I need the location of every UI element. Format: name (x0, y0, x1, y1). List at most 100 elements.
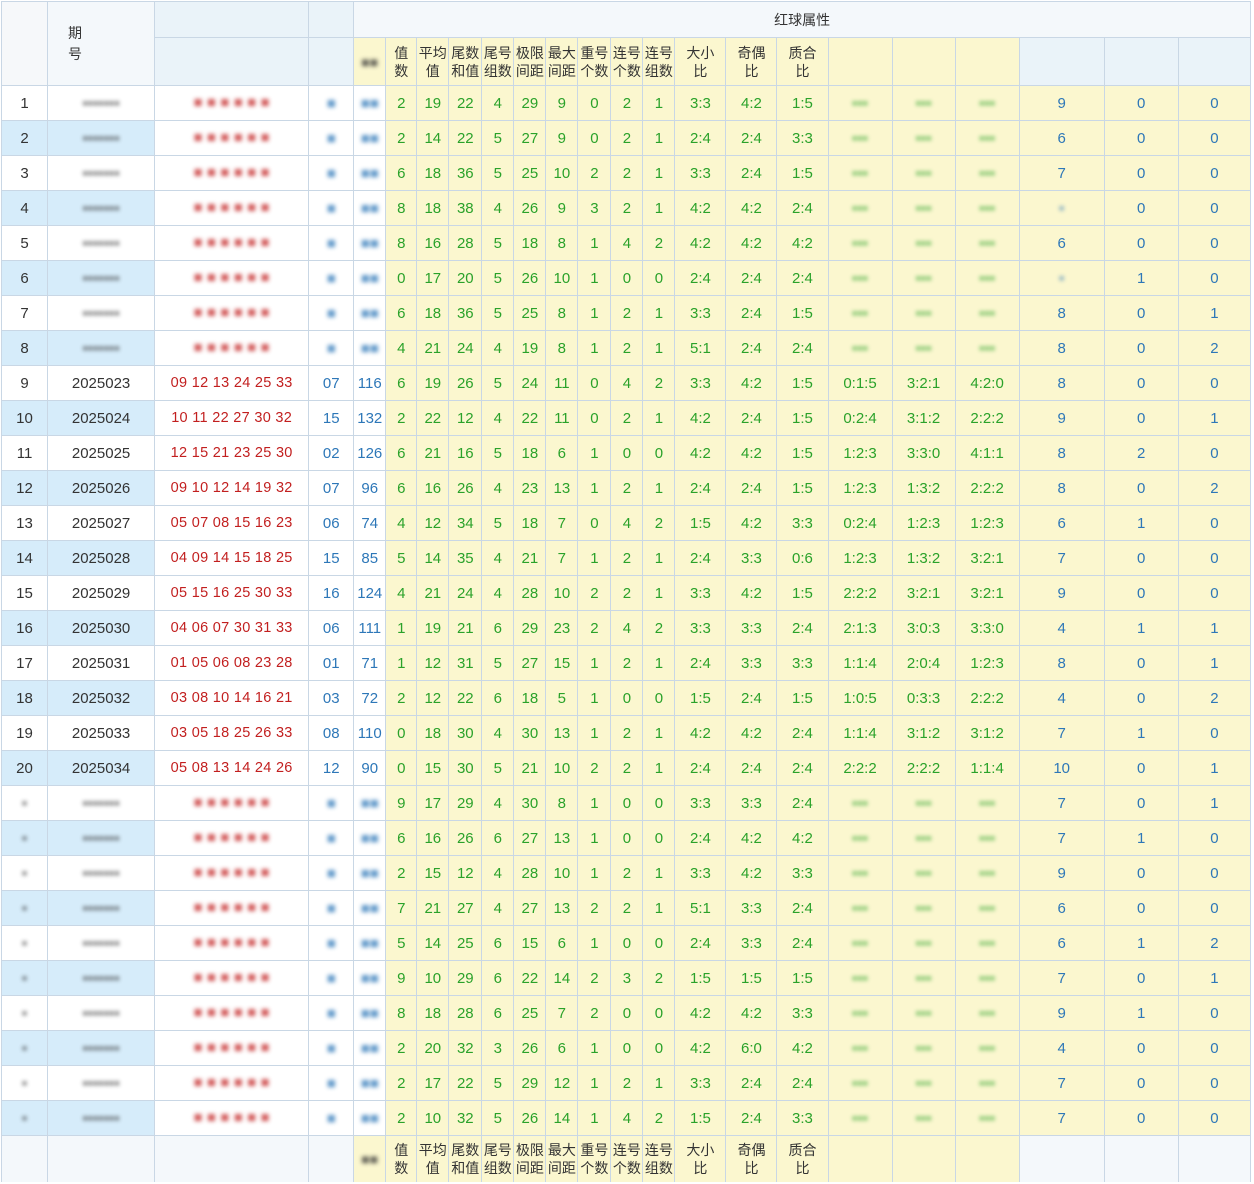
footer-count-2 (1177, 1135, 1252, 1182)
attr-header-1[interactable]: 平均 值 (416, 37, 450, 86)
ratio3-header-0[interactable] (827, 37, 893, 86)
table-row[interactable]: 9 2025023 09 12 13 24 25 33 07 116 6 19 26 5 24 11… (1, 365, 1252, 401)
table-row[interactable]: 2 ▪▪▪▪▪▪▪ ■ ■ ■ ■ ■ ■ ■ ■■ 2 14 22 5 27 9 0 2 1 2:4 2:4… (1, 120, 1252, 156)
table-row[interactable]: 14 2025028 04 09 14 15 18 25 15 85 5 14 35 4 21 7 1… (1, 540, 1252, 576)
row-index: 13 (1, 505, 49, 541)
red-balls-blurred: ■ ■ ■ ■ ■ ■ (193, 830, 270, 846)
attr-header-0[interactable]: 值 数 (385, 37, 418, 86)
ratio3-value: ▪▪▪ (827, 1065, 893, 1101)
footer-period (47, 1135, 156, 1182)
table-row[interactable]: ▪ ▪▪▪▪▪▪▪ ■ ■ ■ ■ ■ ■ ■ ■■ 6 16 26 6 27 13 1 0 0 2:4 4:… (1, 820, 1252, 856)
blue-ball: ■ (308, 925, 355, 961)
table-row[interactable]: 18 2025032 03 08 10 14 16 21 03 72 2 12 22 6 18 5 1… (1, 680, 1252, 716)
table-row[interactable]: ▪ ▪▪▪▪▪▪▪ ■ ■ ■ ■ ■ ■ ■ ■■ 7 21 27 4 27 13 2 2 1 5:1 3:… (1, 890, 1252, 926)
row-index: 16 (1, 610, 49, 646)
attr-value: 9 (545, 190, 579, 226)
attr-header-5[interactable]: 最大 间距 (545, 37, 579, 86)
issue-number: ▪▪▪▪▪▪▪ (47, 855, 156, 891)
red-balls: 05 08 13 14 24 26 (154, 750, 310, 786)
ratio3-header-2[interactable] (954, 37, 1020, 86)
count-value-blurred: ▪ (1059, 199, 1065, 217)
table-row[interactable]: 16 2025030 04 06 07 30 31 33 06 111 1 19 21 6 29 2… (1, 610, 1252, 646)
ratio3-value-blurred: ▪▪▪ (852, 304, 868, 322)
attr-header-11[interactable]: 质合 比 (776, 37, 829, 86)
table-row[interactable]: 3 ▪▪▪▪▪▪▪ ■ ■ ■ ■ ■ ■ ■ ■■ 6 18 36 5 25 10 2 2 1 3:3 2:… (1, 155, 1252, 191)
red-sum: ■■ (353, 995, 387, 1031)
ratio3-header-1[interactable] (891, 37, 956, 86)
red-balls: ■ ■ ■ ■ ■ ■ (154, 925, 310, 961)
attr-value: 1 (577, 645, 612, 681)
attr-value: 6 (545, 925, 579, 961)
table-row[interactable]: ▪ ▪▪▪▪▪▪▪ ■ ■ ■ ■ ■ ■ ■ ■■ 2 17 22 5 29 12 1 2 1 3:3 2:… (1, 1065, 1252, 1101)
table-row[interactable]: 10 2025024 10 11 22 27 30 32 15 132 2 22 12 4 22 1… (1, 400, 1252, 436)
attr-value: 18 (513, 505, 547, 541)
issue-number: 2025027 (47, 505, 156, 541)
table-row[interactable]: 1 ▪▪▪▪▪▪▪ ■ ■ ■ ■ ■ ■ ■ ■■ 2 19 22 4 29 9 0 2 1 3:3 4:2… (1, 85, 1252, 121)
attr-value: 1 (577, 785, 612, 821)
attr-header-6[interactable]: 重号 个数 (577, 37, 612, 86)
attr-value: 4:2 (725, 855, 778, 891)
table-row[interactable]: 4 ▪▪▪▪▪▪▪ ■ ■ ■ ■ ■ ■ ■ ■■ 8 18 38 4 26 9 3 2 1 4:2 4:2… (1, 190, 1252, 226)
table-row[interactable]: ▪ ▪▪▪▪▪▪▪ ■ ■ ■ ■ ■ ■ ■ ■■ 2 20 32 3 26 6 1 0 0 4:2 6:0… (1, 1030, 1252, 1066)
count-value: 9 (1018, 400, 1105, 436)
table-row[interactable]: 20 2025034 05 08 13 14 24 26 12 90 0 15 30 5 21 10… (1, 750, 1252, 786)
table-row[interactable]: 8 ▪▪▪▪▪▪▪ ■ ■ ■ ■ ■ ■ ■ ■■ 4 21 24 4 19 8 1 2 1 5:1 2:4… (1, 330, 1252, 366)
ratio3-value: ▪▪▪ (954, 925, 1020, 961)
ratio3-value-blurred: ▪▪▪ (979, 934, 996, 952)
table-row[interactable]: 19 2025033 03 05 18 25 26 33 08 110 0 18 30 4 30 1… (1, 715, 1252, 751)
table-row[interactable]: 15 2025029 05 15 16 25 30 33 16 124 4 21 24 4 28 1… (1, 575, 1252, 611)
attr-value: 1:5 (776, 470, 829, 506)
table-row[interactable]: ▪ ▪▪▪▪▪▪▪ ■ ■ ■ ■ ■ ■ ■ ■■ 9 10 29 6 22 14 2 3 2 1:5 1:… (1, 960, 1252, 996)
count-header-0[interactable] (1018, 37, 1105, 86)
attr-value: 16 (448, 435, 483, 471)
count-value: 0 (1103, 890, 1179, 926)
attr-header-9[interactable]: 大小 比 (674, 37, 727, 86)
table-row[interactable]: ▪ ▪▪▪▪▪▪▪ ■ ■ ■ ■ ■ ■ ■ ■■ 8 18 28 6 25 7 2 0 0 4:2 4:2… (1, 995, 1252, 1031)
count-header-1[interactable] (1103, 37, 1179, 86)
table-row[interactable]: ▪ ▪▪▪▪▪▪▪ ■ ■ ■ ■ ■ ■ ■ ■■ 5 14 25 6 15 6 1 0 0 2:4 3:3… (1, 925, 1252, 961)
attr-value: 3:3 (776, 855, 829, 891)
table-row[interactable]: 13 2025027 05 07 08 15 16 23 06 74 4 12 34 5 18 7 0… (1, 505, 1252, 541)
attr-value: 9 (385, 785, 418, 821)
attr-value: 1 (642, 1065, 676, 1101)
issue-number-blurred: ▪▪▪▪▪▪▪ (82, 304, 120, 322)
ratio3-value: ▪▪▪ (954, 120, 1020, 156)
attr-value: 23 (545, 610, 579, 646)
table-row[interactable]: ▪ ▪▪▪▪▪▪▪ ■ ■ ■ ■ ■ ■ ■ ■■ 9 17 29 4 30 8 1 0 0 3:3 3:3… (1, 785, 1252, 821)
attr-value: 22 (416, 400, 450, 436)
ratio3-value: ▪▪▪ (891, 855, 956, 891)
attr-value: 1 (577, 540, 612, 576)
attr-value: 14 (545, 960, 579, 996)
ratio3-value: ▪▪▪ (827, 190, 893, 226)
table-row[interactable]: 7 ▪▪▪▪▪▪▪ ■ ■ ■ ■ ■ ■ ■ ■■ 6 18 36 5 25 8 1 2 1 3:3 2:4… (1, 295, 1252, 331)
table-row[interactable]: 5 ▪▪▪▪▪▪▪ ■ ■ ■ ■ ■ ■ ■ ■■ 8 16 28 5 18 8 1 4 2 4:2 4:2… (1, 225, 1252, 261)
count-value: 0 (1103, 645, 1179, 681)
table-row[interactable]: 12 2025026 09 10 12 14 19 32 07 96 6 16 26 4 23 13… (1, 470, 1252, 506)
table-row[interactable]: 11 2025025 12 15 21 23 25 30 02 126 6 21 16 5 18 6… (1, 435, 1252, 471)
table-row[interactable]: ▪ ▪▪▪▪▪▪▪ ■ ■ ■ ■ ■ ■ ■ ■■ 2 10 32 5 26 14 1 4 2 1:5 2:… (1, 1100, 1252, 1136)
ratio3-value: ▪▪▪ (954, 155, 1020, 191)
attr-header-2[interactable]: 尾数 和值 (448, 37, 483, 86)
count-value: 0 (1103, 575, 1179, 611)
ratio3-value-blurred: ▪▪▪ (915, 129, 932, 147)
attr-value: 3 (481, 1030, 515, 1066)
attr-value: 22 (448, 85, 483, 121)
attr-header-10[interactable]: 奇偶 比 (725, 37, 778, 86)
attr-value: 5 (481, 435, 515, 471)
attr-header-3[interactable]: 尾号 组数 (481, 37, 515, 86)
period-header[interactable]: 期 号 (47, 1, 156, 86)
attr-value: 2 (610, 750, 644, 786)
attr-value: 1 (385, 610, 418, 646)
attr-value: 3:3 (776, 995, 829, 1031)
ratio3-value: ▪▪▪ (827, 295, 893, 331)
attr-value: 26 (513, 260, 547, 296)
count-header-2[interactable] (1177, 37, 1252, 86)
table-row[interactable]: ▪ ▪▪▪▪▪▪▪ ■ ■ ■ ■ ■ ■ ■ ■■ 2 15 12 4 28 10 1 2 1 3:3 4:… (1, 855, 1252, 891)
table-row[interactable]: 17 2025031 01 05 06 08 23 28 01 71 1 12 31 5 27 15… (1, 645, 1252, 681)
footer-attr-header-7: 连号 个数 (610, 1135, 644, 1182)
attr-header-8[interactable]: 连号 组数 (642, 37, 676, 86)
red-sum: ■■ (353, 85, 387, 121)
attr-header-7[interactable]: 连号 个数 (610, 37, 644, 86)
attr-header-4[interactable]: 极限 间距 (513, 37, 547, 86)
table-row[interactable]: 6 ▪▪▪▪▪▪▪ ■ ■ ■ ■ ■ ■ ■ ■■ 0 17 20 5 26 10 1 0 0 2:4 2:… (1, 260, 1252, 296)
